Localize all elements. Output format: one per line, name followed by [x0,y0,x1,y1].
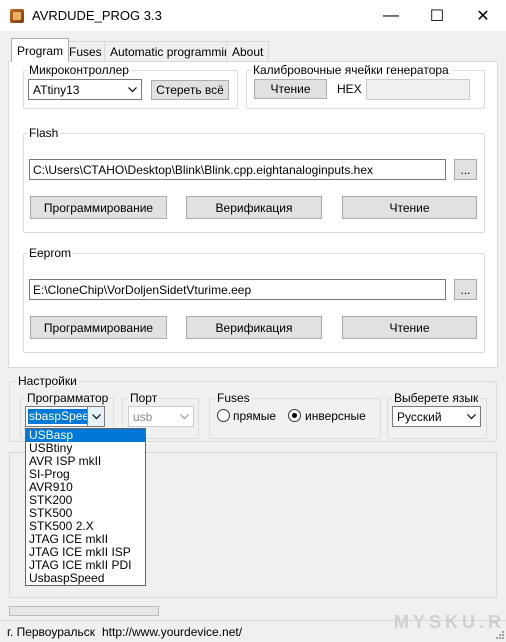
watermark: MYSKU.RU [394,612,506,632]
eeprom-program-button[interactable]: Программирование [30,316,167,339]
flash-verify-button[interactable]: Верификация [186,196,322,219]
erase-all-button[interactable]: Стереть всё [151,80,229,100]
hex-label: HEX [337,82,362,96]
close-button[interactable]: ✕ [460,0,506,31]
eeprom-verify-button[interactable]: Верификация [186,316,322,339]
flash-group-label: Flash [27,126,61,140]
chevron-down-icon [87,407,104,426]
eeprom-browse-button[interactable]: ... [454,279,477,300]
language-label: Выберете язык [392,391,481,405]
chevron-down-icon [463,407,480,426]
programmer-dropdown-list: USBasp USBtiny AVR ISP mkII SI-Prog AVR9… [25,428,146,586]
fuses-mode-label: Fuses [215,391,252,405]
eeprom-group-label: Eeprom [27,246,74,260]
flash-path-field[interactable]: C:\Users\СТАНО\Desktop\Blink\Blink.cpp.e… [29,159,446,180]
hex-field[interactable] [366,79,470,100]
title-bar: AVRDUDE_PROG 3.3 — ☐ ✕ [0,0,506,31]
fuses-inverse-label: инверсные [305,409,366,423]
fuses-direct-radio[interactable] [217,409,230,422]
port-label: Порт [128,391,160,405]
programmer-select[interactable]: sbaspSpeed [25,406,105,427]
fuses-inverse-radio[interactable] [288,409,301,422]
flash-browse-button[interactable]: ... [454,159,477,180]
tab-fuses[interactable]: Fuses [63,41,108,61]
window-title: AVRDUDE_PROG 3.3 [32,8,162,23]
app-icon [10,8,24,23]
flash-read-button[interactable]: Чтение [342,196,477,219]
calibration-group-label: Калибровочные ячейки генератора [251,63,451,77]
resize-grip-icon[interactable] [494,628,504,639]
programmer-option[interactable]: UsbaspSpeed [26,572,145,585]
programmer-label: Программатор [25,391,111,405]
close-icon: ✕ [476,7,490,25]
settings-group-label: Настройки [16,374,79,388]
mcu-select[interactable]: ATtiny13 [28,79,142,100]
tab-automatic-programming[interactable]: Automatic programming [104,41,244,61]
minimize-icon: — [383,6,399,24]
calibration-read-button[interactable]: Чтение [254,79,327,99]
maximize-icon: ☐ [429,7,445,25]
chevron-down-icon [124,80,141,99]
eeprom-read-button[interactable]: Чтение [342,316,477,339]
status-city: г. Первоуральск [7,625,96,639]
tab-about[interactable]: About [226,41,270,61]
status-url-link[interactable]: http://www.yourdevice.net/ [102,625,242,639]
eeprom-path-field[interactable]: E:\CloneChip\VorDoljenSidetVturime.eep [29,279,446,300]
port-select[interactable]: usb [128,406,194,427]
mcu-selected-value: ATtiny13 [33,82,80,97]
progress-bar [9,606,159,616]
language-selected-value: Русский [397,409,442,424]
maximize-button[interactable]: ☐ [414,0,460,31]
language-select[interactable]: Русский [392,406,481,427]
chevron-down-icon [176,407,193,426]
minimize-button[interactable]: — [368,0,414,31]
port-selected-value: usb [133,409,153,424]
flash-program-button[interactable]: Программирование [30,196,167,219]
mcu-group-label: Микроконтроллер [27,63,131,77]
tab-program[interactable]: Program [11,38,70,62]
fuses-direct-label: прямые [233,409,277,423]
